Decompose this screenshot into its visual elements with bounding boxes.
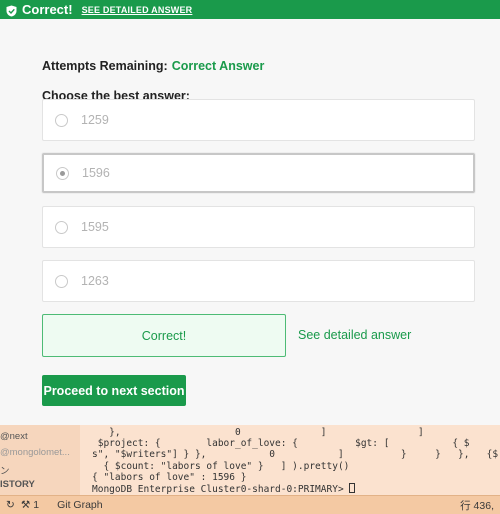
cursor	[349, 483, 356, 494]
terminal-prompt-line: MongoDB Enterprise Cluster0-shard-0:PRIM…	[92, 483, 500, 495]
git-branch-icon: ⚒	[20, 499, 31, 511]
see-detailed-answer-link[interactable]: See detailed answer	[298, 328, 411, 342]
attempts-label: Attempts Remaining:	[42, 59, 168, 73]
branch-count: 1	[33, 499, 40, 511]
radio-button[interactable]	[55, 274, 68, 288]
result-banner: Correct! SEE DETAILED ANSWER	[0, 0, 500, 19]
terminal-line: s", "$writers"] } }, 0 ] } } }, {$	[92, 449, 499, 461]
sidebar-item[interactable]: ン	[0, 463, 10, 477]
answer-option-label: 1259	[81, 113, 109, 127]
terminal-line: $project: { labor_of_love: { $gt: [ { $	[92, 438, 470, 450]
answer-option-label: 1596	[82, 166, 110, 180]
answer-option-label: 1263	[81, 274, 109, 288]
terminal-prompt: MongoDB Enterprise Cluster0-shard-0:PRIM…	[92, 484, 350, 496]
answer-option[interactable]: 1595	[42, 206, 475, 248]
radio-button[interactable]	[55, 113, 68, 127]
cursor-position[interactable]: 行 436,	[460, 498, 494, 513]
proceed-button[interactable]: Proceed to next section	[42, 375, 186, 406]
terminal-line: }, 0 ] ]	[92, 427, 424, 438]
banner-title: Correct!	[22, 2, 73, 17]
terminal-line: { $count: "labors of love" } ] ).pretty(…	[92, 460, 350, 472]
sync-icon[interactable]: ↻	[6, 499, 15, 511]
radio-button[interactable]	[55, 220, 68, 234]
answer-option-selected[interactable]: 1596	[42, 153, 475, 193]
sidebar-item[interactable]: @next	[0, 431, 28, 442]
branch-indicator[interactable]: ⚒ 1	[21, 499, 39, 511]
answer-option-label: 1595	[81, 220, 109, 234]
attempts-remaining: Attempts Remaining: Correct Answer	[42, 59, 264, 73]
answer-option[interactable]: 1263	[42, 260, 475, 302]
sidebar-item[interactable]: @mongolomet...	[0, 447, 70, 458]
terminal-line: { "labors of love" : 1596 }	[92, 471, 247, 483]
terminal-pane: @next @mongolomet... ン ISTORY }, 0 ] ] $…	[0, 425, 500, 495]
result-box: Correct!	[42, 314, 286, 357]
answer-option[interactable]: 1259	[42, 99, 475, 141]
see-detailed-answer-link[interactable]: SEE DETAILED ANSWER	[82, 5, 193, 15]
shield-check-icon	[6, 4, 17, 16]
status-bar: ↻ ⚒ 1 Git Graph 行 436,	[0, 495, 500, 514]
quiz-panel: Attempts Remaining: Correct Answer Choose…	[0, 19, 500, 425]
git-graph-button[interactable]: Git Graph	[57, 499, 103, 511]
terminal-output[interactable]: }, 0 ] ] $project: { labor_of_love: { $g…	[92, 427, 500, 495]
attempts-value: Correct Answer	[171, 59, 265, 73]
radio-button-selected[interactable]	[56, 166, 69, 180]
sidebar-section-history: ISTORY	[0, 479, 35, 490]
sidebar: @next @mongolomet... ン ISTORY	[0, 425, 80, 495]
